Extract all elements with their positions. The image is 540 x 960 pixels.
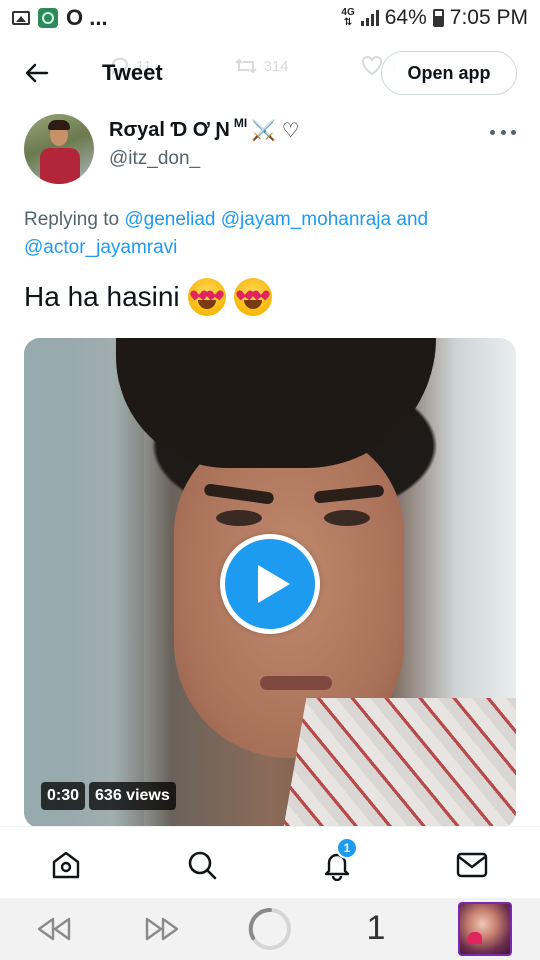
app-notification-icon [38,8,58,28]
author-display-name[interactable]: Rσyal Ɗ Ơ Ɲ [109,119,230,142]
signal-icon [360,10,379,26]
mention-link[interactable]: @geneliad [124,209,215,230]
status-left: O ... [12,5,108,31]
dot-icon [490,129,495,135]
status-left-text: O ... [66,5,108,30]
tweet-body: Ha ha hasini [24,281,180,312]
search-icon [188,851,217,880]
status-bar: O ... 4G ⇅ 64% 7:05 PM [0,0,540,36]
play-button[interactable] [220,534,320,634]
arrow-left-icon [25,63,49,83]
image-notification-icon [12,11,30,25]
author-name-row[interactable]: Rσyal Ɗ Ơ Ɲ MI ⚔️ ♡ [109,115,300,143]
browser-toolbar: 1 [0,898,540,960]
battery-icon [432,9,444,27]
bottom-nav: 1 [0,826,540,898]
more-options-button[interactable] [490,122,516,142]
mention-link[interactable]: @jayam_mohanraja [221,209,391,230]
replying-joiner: and [396,209,429,230]
nav-search[interactable] [182,845,222,885]
author-name-suffix: ⚔️ ♡ [251,120,300,142]
loading-spinner-icon [248,907,291,950]
browser-forward-button[interactable] [142,914,182,944]
retweet-icon [234,58,257,74]
video-duration: 0:30 [41,782,86,810]
back-button[interactable] [22,58,52,88]
author-name-superscript: MI [233,115,248,130]
fast-forward-icon [145,917,179,941]
retweet-count: 314 [263,57,289,75]
mail-icon [456,852,488,878]
home-icon [52,851,80,879]
play-icon [258,565,290,603]
tab-count[interactable]: 1 [360,908,392,948]
dot-icon [500,129,506,135]
heart-eyes-emoji-icon [187,278,226,316]
nav-messages[interactable] [452,845,492,885]
tweet-text: Ha ha hasini [24,278,272,316]
heart-eyes-emoji-icon [233,278,272,316]
video-views: 636 views [89,782,176,810]
avatar[interactable] [24,114,94,184]
dot-icon [511,129,516,135]
video-meta: 0:30 636 views [41,782,176,810]
replying-to-line: Replying to @geneliad @jayam_mohanraja a… [24,206,504,262]
browser-back-button[interactable] [34,914,74,944]
open-app-button[interactable]: Open app [381,51,517,95]
rewind-icon [37,917,71,941]
replying-prefix: Replying to [24,209,120,230]
page-title: Tweet [102,60,163,85]
like-icon [361,56,382,76]
clock: 7:05 PM [449,6,528,29]
mention-link[interactable]: @actor_jayamravi [24,237,177,258]
video-player[interactable]: 0:30 636 views [24,338,516,828]
notification-badge: 1 [336,837,358,859]
status-right: 4G ⇅ 64% 7:05 PM [341,6,528,30]
author-handle[interactable]: @itz_don_ [109,148,200,170]
battery-percent: 64% [384,6,427,29]
network-type: 4G ⇅ [341,7,355,28]
profile-thumbnail[interactable] [458,902,512,956]
nav-home[interactable] [46,845,86,885]
browser-reload-button[interactable] [247,906,293,952]
